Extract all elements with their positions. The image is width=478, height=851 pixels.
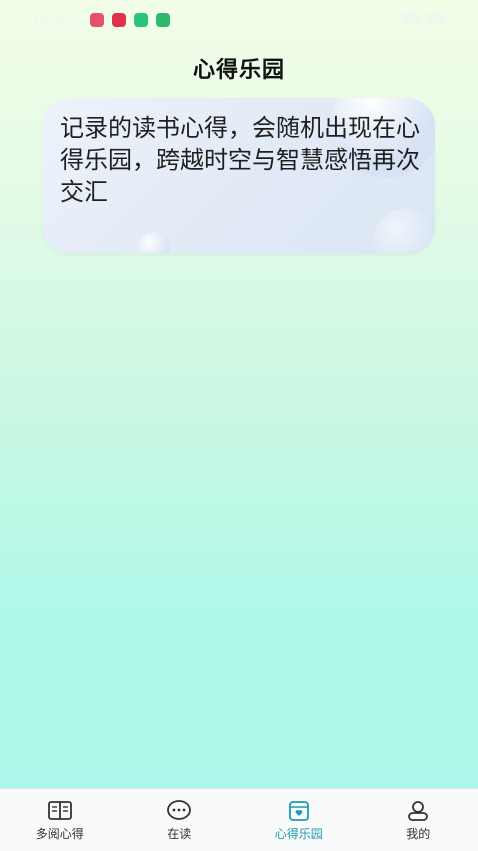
tab-label: 在读: [167, 825, 191, 842]
video-app-icon: [112, 13, 126, 27]
wechat-app-icon: [156, 13, 170, 27]
decor-bubble: [137, 232, 171, 254]
intro-card: 记录的读书心得，会随机出现在心得乐园，跨越时空与智慧感悟再次交汇: [42, 98, 435, 254]
green-app-icon: [134, 13, 148, 27]
status-app-icons: [90, 13, 170, 27]
intro-card-text: 记录的读书心得，会随机出现在心得乐园，跨越时空与智慧感悟再次交汇: [60, 112, 422, 208]
system-status-icons: [402, 13, 444, 23]
tab-label: 心得乐园: [275, 825, 323, 842]
book-icon: [46, 799, 74, 823]
bottom-tabbar: 多阅心得 在读 心得乐园 我的: [0, 788, 478, 851]
tab-reading-notes[interactable]: 多阅心得: [0, 789, 120, 851]
game-app-icon: [90, 13, 104, 27]
tab-label: 多阅心得: [36, 825, 84, 842]
status-bar: 10:30: [0, 0, 478, 42]
battery-icon: [426, 13, 444, 23]
user-icon: [404, 799, 432, 823]
tab-notes-garden[interactable]: 心得乐园: [239, 789, 359, 851]
tab-label: 我的: [406, 825, 430, 842]
page-title: 心得乐园: [0, 52, 478, 84]
tab-mine[interactable]: 我的: [359, 789, 478, 851]
tab-reading-now[interactable]: 在读: [120, 789, 240, 851]
chat-bubble-icon: [165, 799, 193, 823]
signal-icon: [402, 13, 420, 23]
decor-bubble: [372, 208, 435, 254]
wallet-heart-icon: [285, 799, 313, 823]
status-time: 10:30: [32, 12, 69, 27]
